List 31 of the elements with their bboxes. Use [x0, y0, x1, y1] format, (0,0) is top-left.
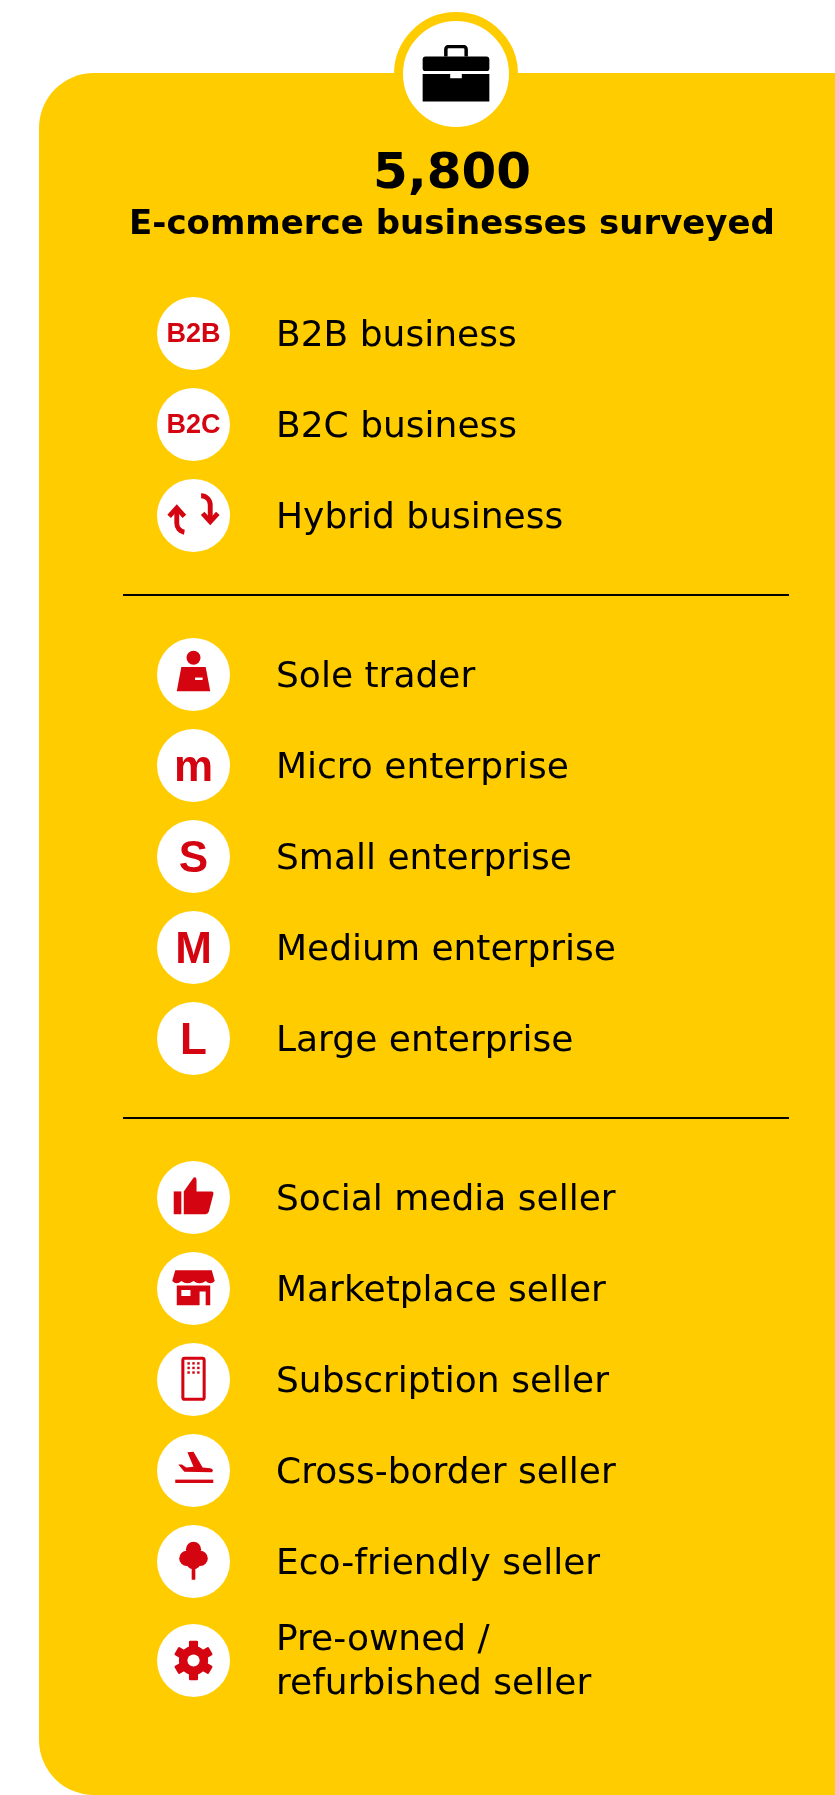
- letter-icon: L: [157, 1002, 230, 1075]
- category-label: Sole trader: [276, 652, 477, 697]
- briefcase-icon: [421, 45, 491, 103]
- category-label: Hybrid business: [276, 493, 565, 538]
- person-icon: [157, 638, 230, 711]
- letter-icon: B2B: [157, 297, 230, 370]
- phone-icon: [157, 1343, 230, 1416]
- category-label: B2B business: [276, 311, 518, 356]
- category-label: Cross-border seller: [276, 1448, 617, 1493]
- category-label: Large enterprise: [276, 1016, 575, 1061]
- arrows-icon: [157, 479, 230, 552]
- thumbs-up-icon: [157, 1161, 230, 1234]
- letter-icon: m: [157, 729, 230, 802]
- category-label: Medium enterprise: [276, 925, 617, 970]
- category-label: B2C business: [276, 402, 519, 447]
- settings-icon: [157, 1623, 230, 1697]
- shop-icon: [157, 1252, 230, 1325]
- letter-icon: B2C: [157, 388, 230, 461]
- category-label: Micro enterprise: [276, 743, 570, 788]
- count-caption: E-commerce businesses surveyed: [128, 201, 776, 244]
- category-label: Small enterprise: [276, 834, 573, 879]
- category-label: Marketplace seller: [276, 1266, 607, 1311]
- letter-icon: M: [157, 911, 230, 984]
- business-count: 5,800: [371, 143, 533, 199]
- letter-icon: S: [157, 820, 230, 893]
- category-label: Subscription seller: [276, 1357, 610, 1402]
- category-label: Social media seller: [276, 1175, 617, 1220]
- plane-icon: [157, 1434, 230, 1507]
- category-label: Eco-friendly seller: [276, 1539, 602, 1584]
- category-label: Pre-owned / refurbished seller: [276, 1616, 593, 1704]
- tree-icon: [157, 1525, 230, 1598]
